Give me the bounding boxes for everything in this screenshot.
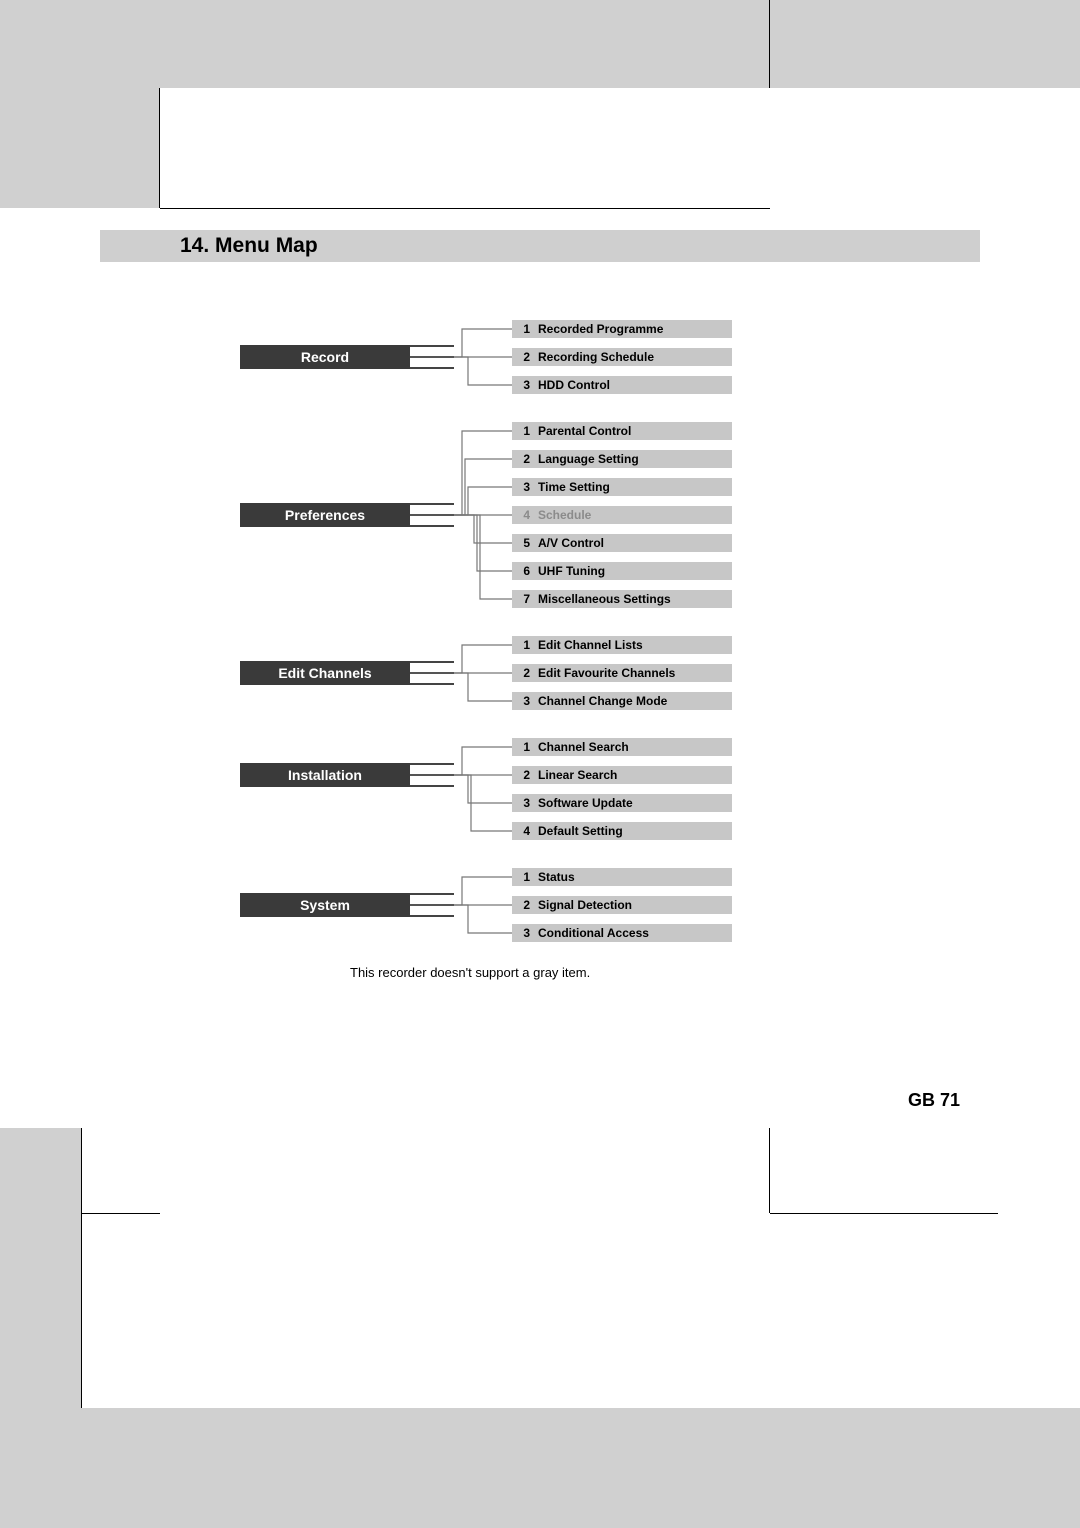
- menu-section-label: Edit Channels: [240, 661, 410, 685]
- page: 14. Menu Map Record1Recorded Programme2R…: [0, 0, 1080, 1528]
- submenu-item: 3 Time Setting: [512, 478, 732, 496]
- decor-top-cut: [0, 88, 160, 208]
- menu-block: Preferences 1 Parental Control 2 Language Se…: [240, 422, 740, 608]
- submenu-item: 5 A/V Control: [512, 534, 732, 552]
- submenu-item-number: 7: [518, 592, 530, 606]
- menu-map: Record 1 Recorded Programme 2 Recording Sche…: [240, 320, 740, 970]
- connector-stripe-icon: [410, 893, 454, 917]
- submenu-item-label: Recorded Programme: [538, 322, 663, 336]
- connector-stripe-icon: [410, 345, 454, 369]
- submenu-item-number: 2: [518, 666, 530, 680]
- submenu-item-number: 1: [518, 740, 530, 754]
- submenu-item: 1 Parental Control: [512, 422, 732, 440]
- submenu-item: 2 Recording Schedule: [512, 348, 732, 366]
- submenu-item-label: Channel Search: [538, 740, 629, 754]
- submenu-item-label: Time Setting: [538, 480, 610, 494]
- submenu-item-label: Signal Detection: [538, 898, 632, 912]
- submenu-item: 3 Software Update: [512, 794, 732, 812]
- connector-lines: [454, 636, 512, 710]
- submenu-item-label: Miscellaneous Settings: [538, 592, 671, 606]
- submenu-item: 2 Linear Search: [512, 766, 732, 784]
- submenu-item-label: Conditional Access: [538, 926, 649, 940]
- connector-stripe-icon: [410, 661, 454, 685]
- menu-section-label: Preferences: [240, 503, 410, 527]
- section-heading: 14. Menu Map: [100, 230, 980, 262]
- submenu-item-label: Edit Channel Lists: [538, 638, 643, 652]
- submenu-item-number: 3: [518, 480, 530, 494]
- menu-block: Record 1 Recorded Programme 2 Recording Sche…: [240, 320, 740, 394]
- submenu-item-number: 2: [518, 768, 530, 782]
- connector-stripe-icon: [410, 763, 454, 787]
- decor-top-divider: [160, 208, 770, 209]
- submenu-item-label: Schedule: [538, 508, 591, 522]
- submenu-list: 1 Edit Channel Lists 2 Edit Favourite Chann…: [512, 636, 732, 710]
- submenu-list: 1 Recorded Programme 2 Recording Schedule 3H…: [512, 320, 732, 394]
- menu-block: System 1 Status 2 Signal Detection 3 Condition…: [240, 868, 740, 942]
- submenu-item-number: 4: [518, 824, 530, 838]
- menu-block: Installation 1 Channel Search 2 Linear Searc…: [240, 738, 740, 840]
- submenu-item: 1 Edit Channel Lists: [512, 636, 732, 654]
- submenu-item-label: Default Setting: [538, 824, 623, 838]
- submenu-item: 4 Schedule: [512, 506, 732, 524]
- submenu-item-number: 1: [518, 638, 530, 652]
- connector-lines: [454, 422, 512, 608]
- decor-top-left: [0, 0, 770, 88]
- submenu-item: 3 Channel Change Mode: [512, 692, 732, 710]
- submenu-item: 6 UHF Tuning: [512, 562, 732, 580]
- submenu-item: 3 HDD Control: [512, 376, 732, 394]
- submenu-list: 1 Parental Control 2 Language Setting 3 Time …: [512, 422, 732, 608]
- submenu-item-number: 3: [518, 796, 530, 810]
- submenu-item-label: A/V Control: [538, 536, 604, 550]
- menu-block: Edit Channels 1 Edit Channel Lists 2 Edit Fa…: [240, 636, 740, 710]
- connector-lines: [454, 738, 512, 840]
- submenu-item-label: Language Setting: [538, 452, 639, 466]
- submenu-item: 4 Default Setting: [512, 822, 732, 840]
- submenu-item-label: Linear Search: [538, 768, 617, 782]
- decor-top-right: [770, 0, 1080, 88]
- connector-stripe-icon: [410, 503, 454, 527]
- submenu-item-number: 5: [518, 536, 530, 550]
- footnote-text: This recorder doesn't support a gray ite…: [350, 965, 590, 980]
- submenu-item: 1 Status: [512, 868, 732, 886]
- submenu-item-number: 3: [518, 926, 530, 940]
- connector-lines: [454, 320, 512, 394]
- submenu-item: 1 Recorded Programme: [512, 320, 732, 338]
- submenu-list: 1 Channel Search 2 Linear Search 3 Software U…: [512, 738, 732, 840]
- submenu-item-number: 2: [518, 898, 530, 912]
- submenu-item-number: 1: [518, 424, 530, 438]
- decor-bottom: [0, 1128, 1080, 1528]
- menu-section-label: System: [240, 893, 410, 917]
- submenu-list: 1 Status 2 Signal Detection 3 Conditional Acc…: [512, 868, 732, 942]
- submenu-item-label: Parental Control: [538, 424, 631, 438]
- submenu-item-label: Channel Change Mode: [538, 694, 667, 708]
- menu-section-label: Installation: [240, 763, 410, 787]
- submenu-item-number: 1: [518, 870, 530, 884]
- submenu-item: 3 Conditional Access: [512, 924, 732, 942]
- submenu-item-number: 1: [518, 322, 530, 336]
- submenu-item: 2 Language Setting: [512, 450, 732, 468]
- submenu-item-number: 2: [518, 452, 530, 466]
- submenu-item-label: Software Update: [538, 796, 633, 810]
- menu-section-label: Record: [240, 345, 410, 369]
- submenu-item: 7 Miscellaneous Settings: [512, 590, 732, 608]
- page-number: GB 71: [908, 1090, 960, 1111]
- submenu-item-number: 3: [518, 694, 530, 708]
- submenu-item-number: 4: [518, 508, 530, 522]
- connector-lines: [454, 868, 512, 942]
- submenu-item-label: Edit Favourite Channels: [538, 666, 675, 680]
- submenu-item: 1 Channel Search: [512, 738, 732, 756]
- submenu-item: 2 Edit Favourite Channels: [512, 664, 732, 682]
- submenu-item-label: Status: [538, 870, 575, 884]
- submenu-item-label: Recording Schedule: [538, 350, 654, 364]
- submenu-item-number: 6: [518, 564, 530, 578]
- submenu-item-number: 2: [518, 350, 530, 364]
- submenu-item-number: 3: [518, 378, 530, 392]
- submenu-item-label: UHF Tuning: [538, 564, 605, 578]
- submenu-item-label: HDD Control: [538, 378, 610, 392]
- submenu-item: 2 Signal Detection: [512, 896, 732, 914]
